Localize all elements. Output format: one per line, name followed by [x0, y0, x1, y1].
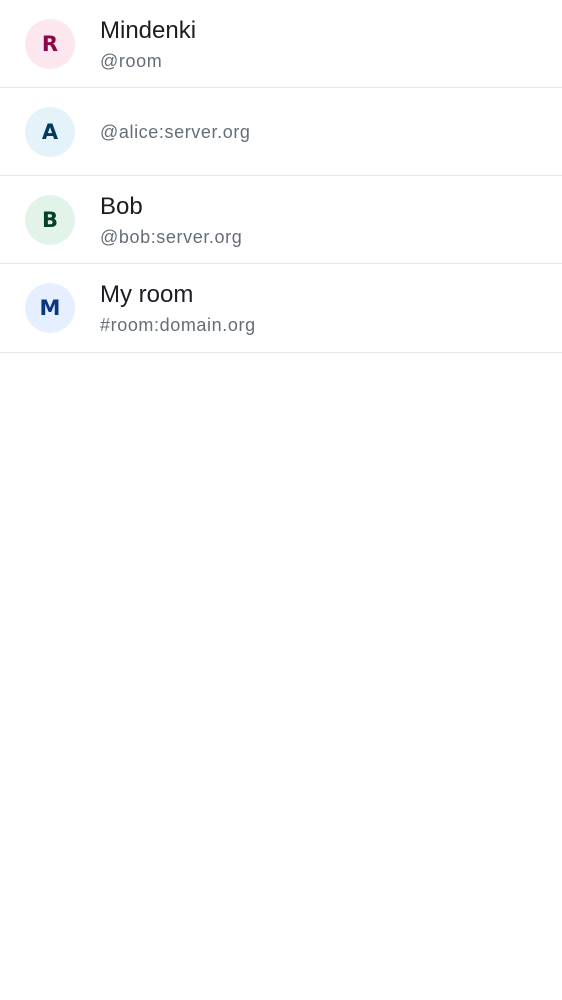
avatar: A	[25, 107, 75, 157]
suggestion-name: Mindenki	[100, 17, 197, 44]
suggestion-item-my-room[interactable]: M My room #room:domain.org	[0, 264, 562, 353]
suggestion-name: Bob	[100, 193, 143, 220]
suggestion-id: @bob:server.org	[100, 227, 243, 247]
suggestion-name: My room	[100, 281, 194, 308]
suggestion-id: @room	[100, 51, 163, 71]
suggestion-id: #room:domain.org	[100, 315, 256, 335]
suggestion-item-room[interactable]: R Mindenki @room	[0, 0, 562, 88]
avatar: B	[25, 195, 75, 245]
avatar-initial: B	[41, 208, 58, 232]
avatar-initial: R	[41, 32, 59, 56]
suggestion-item-alice[interactable]: A @alice:server.org	[0, 88, 562, 176]
avatar: M	[25, 283, 75, 333]
mention-suggestion-list: R Mindenki @room A @alice:server.org B B…	[0, 0, 562, 353]
avatar-initial: A	[41, 120, 59, 144]
avatar: R	[25, 19, 75, 69]
avatar-initial: M	[39, 296, 61, 320]
suggestion-item-bob[interactable]: B Bob @bob:server.org	[0, 176, 562, 264]
suggestion-id: @alice:server.org	[100, 122, 251, 142]
